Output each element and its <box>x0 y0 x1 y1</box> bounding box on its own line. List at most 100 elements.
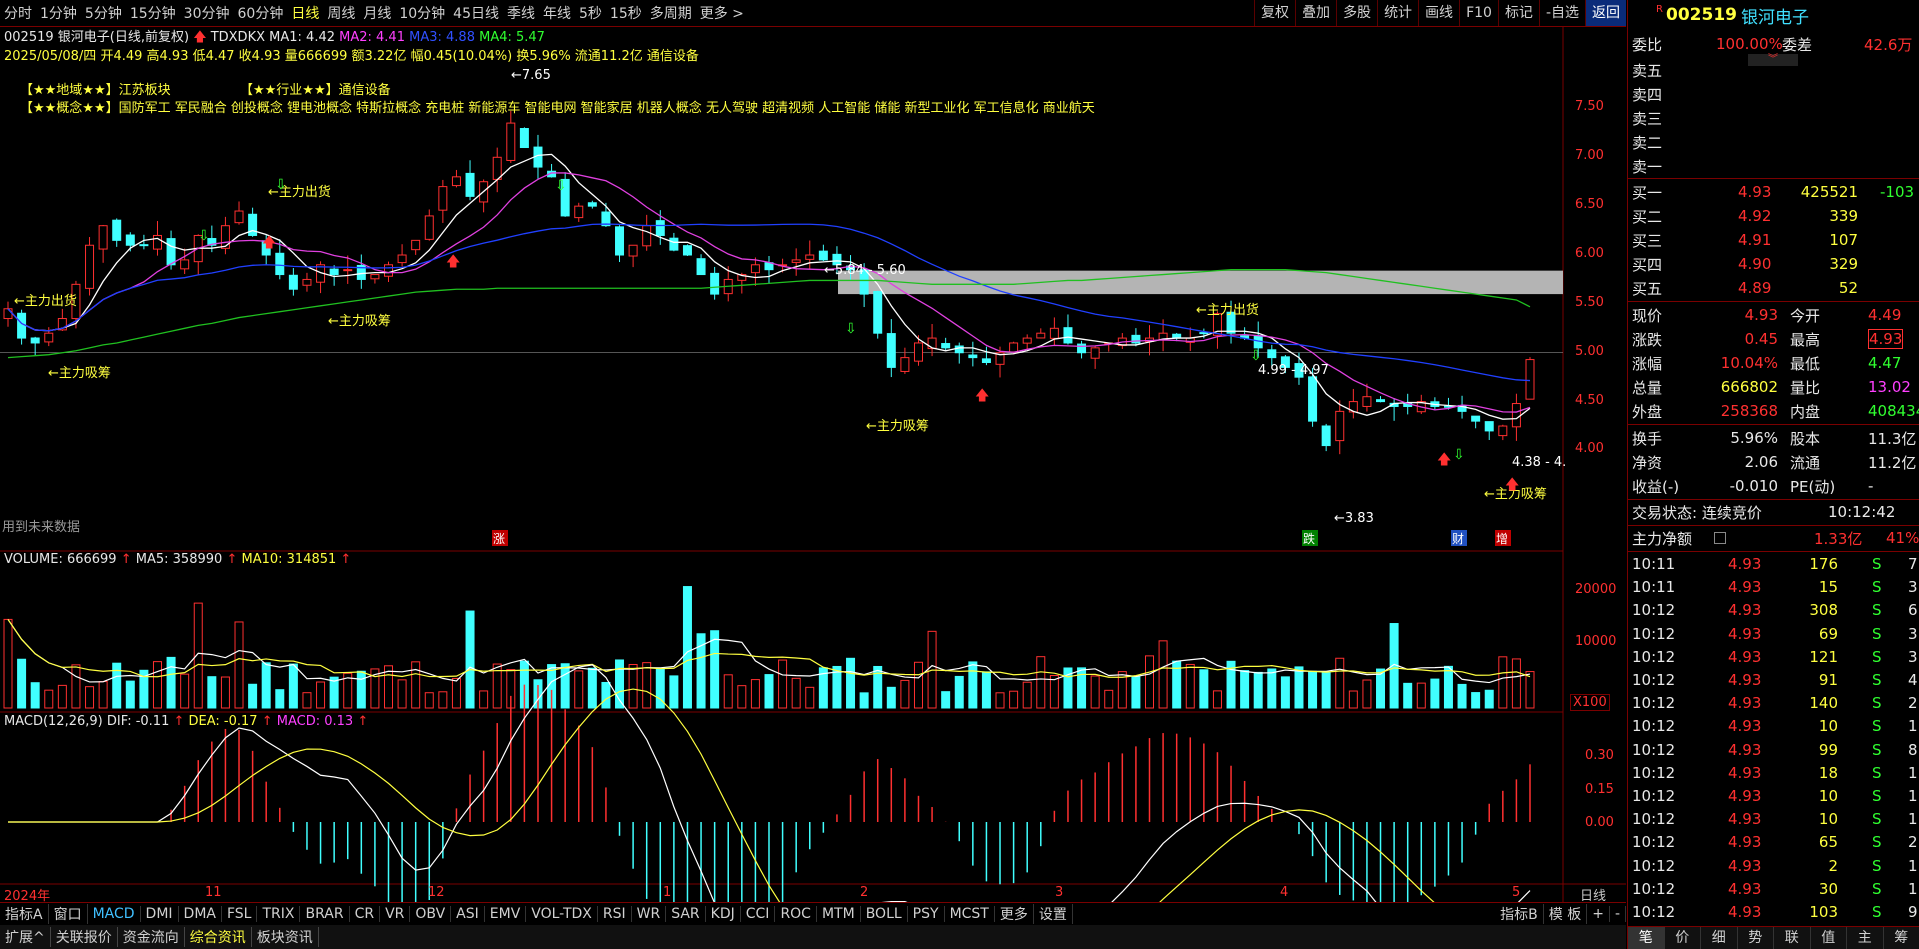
indicator-tab[interactable]: 设置 <box>1034 904 1073 924</box>
detail-tab[interactable]: 主 <box>1847 927 1884 949</box>
volume-bar <box>397 679 407 709</box>
volume-bar <box>1036 656 1046 709</box>
net-info-icon[interactable] <box>1714 532 1726 544</box>
indicator-tab[interactable]: ROC <box>775 906 817 922</box>
bid-price: 4.89 <box>1738 279 1772 297</box>
tick-time: 10:12 <box>1632 647 1676 666</box>
indicator-tab[interactable]: EMV <box>485 906 527 922</box>
tick-price: 4.93 <box>1728 740 1762 759</box>
volume-bar <box>710 630 720 709</box>
indicator-tab[interactable]: 指标A <box>0 904 49 924</box>
kline-chart[interactable]: ←主力出货←主力出货←主力出货←主力吸筹←主力吸筹←主力吸筹←主力吸筹←7.65… <box>0 0 1626 902</box>
stat2-value: 5.96% <box>1730 429 1778 447</box>
volume-bar <box>1267 668 1277 709</box>
volume-axis-label: X100 <box>1570 694 1610 711</box>
indicator-tab[interactable]: DMI <box>141 906 179 922</box>
volume-bar <box>995 692 1005 709</box>
indicator-tab[interactable]: BOLL <box>861 906 908 922</box>
tick-price: 4.93 <box>1728 810 1762 829</box>
indicator-tab[interactable]: 窗口 <box>49 904 88 924</box>
volume-bar <box>587 667 597 709</box>
tick-side: S <box>1872 763 1882 782</box>
volume-bar <box>302 692 312 709</box>
bottom-bar-item[interactable]: 综合资讯 <box>185 927 252 947</box>
detail-tab[interactable]: 值 <box>1811 927 1847 949</box>
indicator-tab[interactable]: BRAR <box>300 906 350 922</box>
bid-price: 4.90 <box>1738 255 1772 273</box>
indicator-tab-right[interactable]: 模 板 <box>1544 904 1588 924</box>
candle-body <box>166 238 176 266</box>
bid-label: 买三 <box>1632 231 1663 250</box>
indicator-tab[interactable]: SAR <box>666 906 706 922</box>
price-axis-label: 6.50 <box>1575 197 1604 213</box>
tick-volume: 10 <box>1818 787 1838 805</box>
stat-value: 666802 <box>1720 378 1778 396</box>
tick-price: 4.93 <box>1728 624 1762 643</box>
tick-count: 2 <box>1908 694 1918 713</box>
indicator-tab[interactable]: 更多 <box>995 904 1034 924</box>
bottom-bar: 扩展^ 关联报价 资金流向 综合资讯 板块资讯 <box>0 925 1626 949</box>
r-badge: R <box>1656 4 1663 15</box>
volume-axis-label: 10000 <box>1575 634 1617 649</box>
indicator-tab[interactable]: TRIX <box>257 906 301 922</box>
bottom-bar-item[interactable]: 资金流向 <box>118 927 185 947</box>
volume-bar <box>1199 669 1209 709</box>
indicator-tab[interactable]: DMA <box>179 906 222 922</box>
volume-bar <box>642 662 652 709</box>
divider <box>1628 424 1919 425</box>
volume-bar <box>207 676 217 709</box>
tick-count: 8 <box>1908 740 1918 759</box>
volume-bar <box>846 657 856 709</box>
detail-tab[interactable]: 价 <box>1665 927 1701 949</box>
indicator-tab[interactable]: OBV <box>410 906 452 922</box>
detail-tab[interactable]: 筹 <box>1884 927 1919 949</box>
indicator-tab[interactable]: MTM <box>817 906 861 922</box>
bottom-bar-item[interactable]: 板块资讯 <box>252 927 319 947</box>
tick-price: 4.93 <box>1728 879 1762 898</box>
indicator-tab-right[interactable]: + <box>1587 906 1610 922</box>
indicator-tab[interactable]: ASI <box>451 906 485 922</box>
net-pct: 41% <box>1886 529 1919 547</box>
detail-tab[interactable]: 联 <box>1774 927 1811 949</box>
volume-bar <box>723 674 733 709</box>
volume-bar <box>778 659 788 709</box>
indicator-tab-right[interactable]: 指标B <box>1495 904 1544 924</box>
detail-tab[interactable]: 笔 <box>1628 927 1665 949</box>
indicator-tab[interactable]: PSY <box>908 906 945 922</box>
macd-val-label: MACD: 0.13 <box>276 714 354 729</box>
indicator-tab[interactable]: KDJ <box>706 906 741 922</box>
volume-bar <box>1321 671 1331 709</box>
net-label: 主力净额 <box>1632 529 1693 548</box>
stat-label: 外盘 <box>1632 402 1663 421</box>
indicator-tab-right[interactable]: - <box>1610 906 1626 922</box>
volume-bar <box>574 670 584 709</box>
indicator-tab[interactable]: MACD <box>88 906 141 922</box>
volume-label: VOLUME: 666699 <box>4 552 117 567</box>
detail-tab[interactable]: 细 <box>1701 927 1738 949</box>
indicator-tab[interactable]: RSI <box>598 906 632 922</box>
indicator-tab[interactable]: VOL-TDX <box>526 906 598 922</box>
bottom-bar-item[interactable]: 扩展^ <box>0 927 51 947</box>
candle-body <box>438 186 448 211</box>
stat2-value: 2.06 <box>1744 453 1778 471</box>
indicator-tab[interactable]: MCST <box>945 906 995 922</box>
candle-body <box>791 259 801 263</box>
tick-side: S <box>1872 601 1882 620</box>
candle-body <box>1335 410 1345 442</box>
candle-body <box>1022 337 1032 344</box>
indicator-tab[interactable]: CR <box>350 906 381 922</box>
event-die: 跌 <box>1303 531 1315 546</box>
indicator-tab[interactable]: VR <box>380 906 411 922</box>
dif-label: DIF: -0.11 <box>106 714 170 729</box>
candle-body <box>370 274 380 280</box>
tick-count: 7 <box>1908 555 1918 573</box>
tick-row: 10:12 4.93 18 S 1 <box>1628 762 1919 785</box>
indicator-tab[interactable]: CCI <box>741 906 776 922</box>
stat2-value: -0.010 <box>1729 477 1778 495</box>
indicator-tab[interactable]: FSL <box>222 906 258 922</box>
tick-time: 10:12 <box>1632 856 1676 875</box>
bottom-bar-item[interactable]: 关联报价 <box>51 927 118 947</box>
stat-label: 今开 <box>1790 306 1821 325</box>
indicator-tab[interactable]: WR <box>632 906 667 922</box>
detail-tab[interactable]: 势 <box>1738 927 1774 949</box>
